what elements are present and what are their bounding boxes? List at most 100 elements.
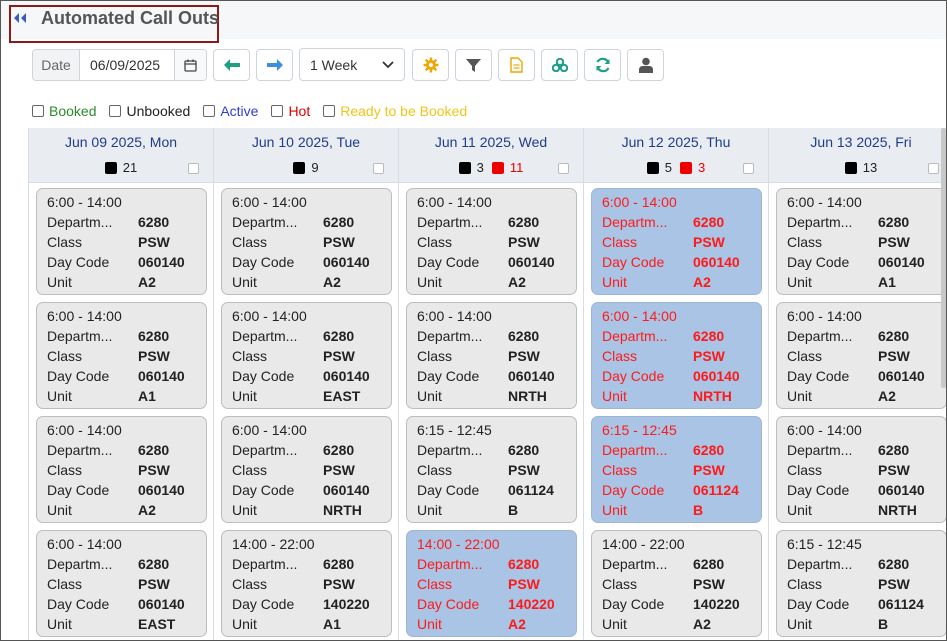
field-value: A2 bbox=[323, 274, 341, 290]
shift-card[interactable]: 6:00 - 14:00 Departm... 6280 Class PSW Day Co… bbox=[221, 416, 392, 523]
field-value: 140220 bbox=[508, 596, 555, 612]
filter-button[interactable] bbox=[455, 49, 492, 81]
field-label: Day Code bbox=[787, 255, 850, 270]
shift-card[interactable]: 6:00 - 14:00 Departm... 6280 Class PSW Day Co… bbox=[776, 416, 946, 523]
field-label: Day Code bbox=[417, 483, 480, 498]
shift-card[interactable]: 6:15 - 12:45 Departm... 6280 Class PSW Day Co… bbox=[776, 530, 946, 637]
field-value: 140220 bbox=[693, 596, 740, 612]
shift-class-row: Class PSW bbox=[47, 235, 206, 255]
legend-checkbox[interactable] bbox=[271, 105, 284, 117]
calendar-button[interactable] bbox=[175, 50, 206, 80]
next-week-button[interactable] bbox=[256, 49, 293, 81]
day-select-checkbox[interactable] bbox=[188, 163, 199, 174]
field-value: A1 bbox=[323, 616, 341, 632]
shift-card[interactable]: 6:00 - 14:00 Departm... 6280 Class PSW Day Co… bbox=[776, 302, 946, 409]
user-button[interactable] bbox=[627, 49, 664, 81]
legend-item-ready-to-be-booked[interactable]: Ready to be Booked bbox=[323, 103, 467, 119]
legend-checkbox[interactable] bbox=[109, 105, 122, 117]
field-label: Class bbox=[417, 577, 453, 592]
shift-time: 14:00 - 22:00 bbox=[602, 536, 685, 552]
shift-card[interactable]: 14:00 - 22:00 Departm... 6280 Class PSW Day C… bbox=[406, 530, 577, 637]
day-select-checkbox[interactable] bbox=[558, 163, 569, 174]
day-counts: 3 11 bbox=[399, 160, 583, 175]
field-label: Day Code bbox=[602, 369, 665, 384]
shift-class-row: Class PSW bbox=[787, 349, 946, 369]
shift-card[interactable]: 6:15 - 12:45 Departm... 6280 Class PSW Day Co… bbox=[591, 416, 762, 523]
document-button[interactable] bbox=[498, 49, 535, 81]
day-counts: 13 bbox=[769, 160, 946, 175]
shift-card[interactable]: 6:00 - 14:00 Departm... 6280 Class PSW Day Co… bbox=[36, 188, 207, 295]
field-label: Day Code bbox=[602, 255, 665, 270]
network-button[interactable] bbox=[541, 49, 578, 81]
double-chevron-left-icon[interactable] bbox=[13, 12, 29, 26]
legend-checkbox[interactable] bbox=[32, 105, 44, 117]
shift-class-row: Class PSW bbox=[232, 235, 391, 255]
field-value: 6280 bbox=[878, 328, 910, 344]
shift-card[interactable]: 6:00 - 14:00 Departm... 6280 Class PSW Day Co… bbox=[776, 188, 946, 295]
day-select-checkbox[interactable] bbox=[373, 163, 384, 174]
unbooked-count-marker bbox=[458, 161, 471, 174]
shift-unit-row: Unit B bbox=[602, 503, 761, 523]
field-value: 6280 bbox=[878, 442, 910, 458]
day-select-checkbox[interactable] bbox=[743, 163, 754, 174]
shift-time: 6:00 - 14:00 bbox=[787, 308, 862, 324]
legend-item-unbooked[interactable]: Unbooked bbox=[109, 103, 190, 119]
shift-dept-row: Departm... 6280 bbox=[602, 443, 761, 463]
legend-item-active[interactable]: Active bbox=[203, 103, 258, 119]
field-value: PSW bbox=[323, 348, 355, 364]
settings-button[interactable] bbox=[412, 49, 449, 81]
arrow-left-icon bbox=[223, 59, 240, 71]
field-value: 140220 bbox=[323, 596, 370, 612]
shift-card[interactable]: 6:15 - 12:45 Departm... 6280 Class PSW Day Co… bbox=[406, 416, 577, 523]
shift-card[interactable]: 6:00 - 14:00 Departm... 6280 Class PSW Day Co… bbox=[221, 188, 392, 295]
previous-week-button[interactable] bbox=[213, 49, 250, 81]
shift-class-row: Class PSW bbox=[47, 463, 206, 483]
field-label: Departm... bbox=[417, 557, 483, 572]
shift-card[interactable]: 6:00 - 14:00 Departm... 6280 Class PSW Day Co… bbox=[36, 530, 207, 637]
shift-class-row: Class PSW bbox=[417, 577, 576, 597]
shift-unit-row: Unit A2 bbox=[47, 275, 206, 295]
field-value: A1 bbox=[138, 388, 156, 404]
shift-card[interactable]: 6:00 - 14:00 Departm... 6280 Class PSW Day Co… bbox=[221, 302, 392, 409]
vertical-scrollbar[interactable] bbox=[941, 128, 946, 388]
shift-card[interactable]: 6:00 - 14:00 Departm... 6280 Class PSW Day Co… bbox=[36, 302, 207, 409]
shift-unit-row: Unit A1 bbox=[232, 617, 391, 637]
refresh-button[interactable] bbox=[584, 49, 621, 81]
field-label: Day Code bbox=[47, 597, 110, 612]
field-value: PSW bbox=[878, 348, 910, 364]
shift-card[interactable]: 6:00 - 14:00 Departm... 6280 Class PSW Day Co… bbox=[406, 302, 577, 409]
legend-item-booked[interactable]: Booked bbox=[32, 103, 96, 119]
shift-card[interactable]: 6:00 - 14:00 Departm... 6280 Class PSW Day Co… bbox=[36, 416, 207, 523]
shift-card[interactable]: 14:00 - 22:00 Departm... 6280 Class PSW Day C… bbox=[591, 530, 762, 637]
date-input[interactable]: 06/09/2025 bbox=[80, 50, 175, 80]
day-select-checkbox[interactable] bbox=[928, 163, 939, 174]
field-label: Class bbox=[47, 577, 83, 592]
shift-dept-row: Departm... 6280 bbox=[602, 329, 761, 349]
field-label: Class bbox=[787, 349, 823, 364]
network-icon bbox=[551, 58, 568, 72]
shift-card[interactable]: 14:00 - 22:00 Departm... 6280 Class PSW Day C… bbox=[221, 530, 392, 637]
hot-count: 3 bbox=[698, 160, 706, 175]
shift-card[interactable]: 6:00 - 14:00 Departm... 6280 Class PSW Day Co… bbox=[591, 188, 762, 295]
field-value: 6280 bbox=[878, 214, 910, 230]
shift-card[interactable]: 6:00 - 14:00 Departm... 6280 Class PSW Day Co… bbox=[591, 302, 762, 409]
field-value: A2 bbox=[138, 274, 156, 290]
range-select[interactable]: 1 Week bbox=[299, 48, 405, 81]
day-header: Jun 09 2025, Mon 21 bbox=[29, 128, 213, 183]
legend-checkbox[interactable] bbox=[323, 105, 336, 117]
field-value: PSW bbox=[693, 462, 725, 478]
gear-icon bbox=[423, 57, 438, 73]
legend-item-hot[interactable]: Hot bbox=[271, 103, 310, 119]
legend-label: Booked bbox=[49, 103, 97, 119]
field-value: 6280 bbox=[508, 442, 540, 458]
field-value: B bbox=[878, 616, 889, 632]
day-counts: 21 bbox=[29, 160, 213, 175]
shift-daycode-row: Day Code 060140 bbox=[47, 597, 206, 617]
shift-card[interactable]: 6:00 - 14:00 Departm... 6280 Class PSW Day Co… bbox=[406, 188, 577, 295]
legend-checkbox[interactable] bbox=[203, 105, 216, 117]
date-picker[interactable]: Date 06/09/2025 bbox=[32, 49, 207, 81]
shift-daycode-row: Day Code 060140 bbox=[232, 369, 391, 389]
field-label: Day Code bbox=[232, 597, 295, 612]
field-value: 060140 bbox=[138, 596, 185, 612]
field-label: Departm... bbox=[602, 557, 668, 572]
